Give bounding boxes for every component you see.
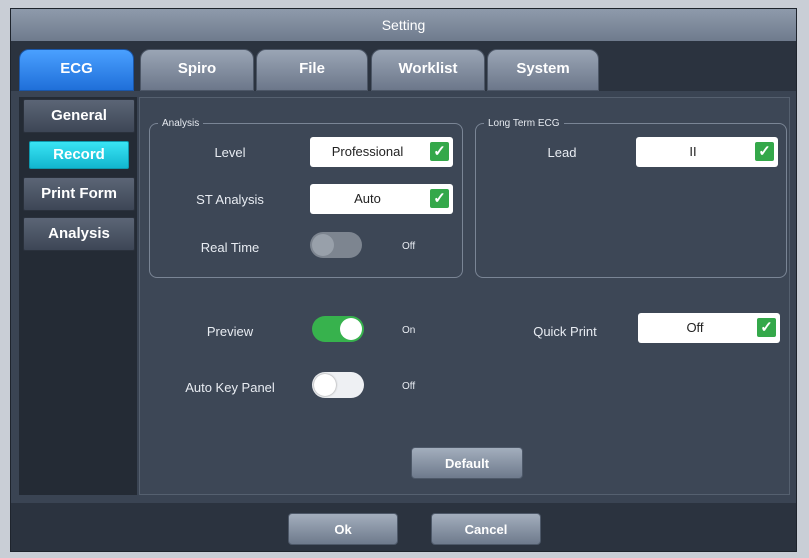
real-time-state: Off [402, 241, 416, 252]
quick-print-select[interactable]: Off ✓ [638, 313, 780, 343]
level-value: Professional [331, 144, 404, 159]
long-term-ecg-legend: Long Term ECG [488, 118, 560, 129]
settings-panel: Analysis Level Professional ✓ ST Analysi… [139, 97, 790, 495]
settings-window: Setting ECG Spiro File Worklist System G… [10, 8, 797, 552]
check-icon: ✓ [430, 189, 449, 208]
level-label: Level [214, 145, 246, 160]
window-title: Setting [11, 9, 796, 41]
preview-toggle[interactable] [312, 316, 364, 342]
analysis-group-legend: Analysis [162, 118, 200, 129]
real-time-toggle[interactable] [310, 232, 362, 258]
sidebar-item-general[interactable]: General [23, 99, 135, 133]
preview-state: On [402, 325, 416, 336]
toggle-knob [312, 234, 334, 256]
lead-label: Lead [547, 145, 577, 160]
quick-print-value: Off [686, 320, 704, 335]
lead-value: II [689, 144, 697, 159]
sidebar-item-record[interactable]: Record [29, 141, 129, 169]
tab-worklist[interactable]: Worklist [371, 49, 485, 91]
real-time-label: Real Time [200, 240, 260, 255]
st-analysis-label: ST Analysis [196, 192, 264, 207]
level-select[interactable]: Professional ✓ [310, 137, 453, 167]
auto-key-panel-toggle[interactable] [312, 372, 364, 398]
auto-key-panel-label: Auto Key Panel [185, 380, 275, 395]
preview-label: Preview [206, 324, 254, 339]
tab-system[interactable]: System [487, 49, 599, 91]
tab-ecg[interactable]: ECG [19, 49, 134, 91]
tab-spiro[interactable]: Spiro [140, 49, 254, 91]
dialog-footer: Ok Cancel [11, 503, 796, 551]
tab-file[interactable]: File [256, 49, 368, 91]
st-analysis-value: Auto [354, 191, 381, 206]
tab-bar: ECG Spiro File Worklist System [11, 41, 796, 91]
cancel-button[interactable]: Cancel [431, 513, 541, 545]
lead-select[interactable]: II ✓ [636, 137, 778, 167]
check-icon: ✓ [755, 142, 774, 161]
st-analysis-select[interactable]: Auto ✓ [310, 184, 453, 214]
check-icon: ✓ [757, 318, 776, 337]
sidebar-item-analysis[interactable]: Analysis [23, 217, 135, 251]
default-button[interactable]: Default [411, 447, 523, 479]
toggle-knob [340, 318, 362, 340]
sidebar: General Record Print Form Analysis [19, 97, 137, 495]
sidebar-item-print-form[interactable]: Print Form [23, 177, 135, 211]
auto-key-panel-state: Off [402, 381, 416, 392]
ok-button[interactable]: Ok [288, 513, 398, 545]
quick-print-label: Quick Print [533, 324, 597, 339]
toggle-knob [314, 374, 336, 396]
check-icon: ✓ [430, 142, 449, 161]
